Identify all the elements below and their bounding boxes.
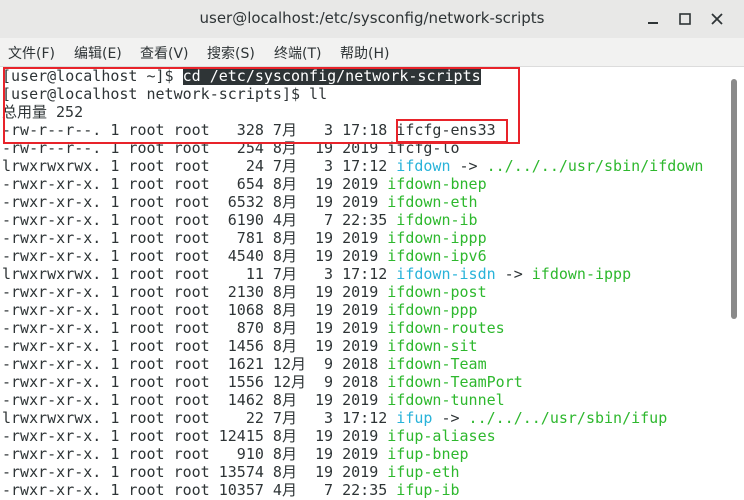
- list-item: -rwxr-xr-x. 1 root root 4540 8月 19 2019 …: [2, 247, 487, 265]
- shell-prompt: [user@localhost network-scripts]$: [2, 85, 310, 103]
- total-line: 总用量 252: [2, 103, 84, 121]
- symlink-arrow: ->: [450, 157, 487, 175]
- file-name: ifdown-ib: [396, 211, 478, 229]
- file-info: -rwxr-xr-x. 1 root root 910 8月 19 2019: [2, 445, 388, 463]
- list-item: -rwxr-xr-x. 1 root root 6190 4月 7 22:35 …: [2, 211, 478, 229]
- file-name: ifcfg-ens33: [396, 121, 496, 139]
- prompt-line-2: [user@localhost network-scripts]$ ll: [2, 85, 327, 103]
- symlink-target: ../../../usr/sbin/ifdown: [486, 157, 704, 175]
- list-item: -rwxr-xr-x. 1 root root 12415 8月 19 2019…: [2, 427, 496, 445]
- file-info: lrwxrwxrwx. 1 root root 22 7月 3 17:12: [2, 409, 397, 427]
- terminal-output[interactable]: [user@localhost ~]$ cd /etc/sysconfig/ne…: [0, 67, 724, 500]
- file-info: -rw-r--r--. 1 root root 254 8月 19 2019: [2, 139, 388, 157]
- menu-help[interactable]: 帮助(H): [340, 43, 389, 63]
- file-info: -rwxr-xr-x. 1 root root 13574 8月 19 2019: [2, 463, 388, 481]
- prompt-line-1: [user@localhost ~]$ cd /etc/sysconfig/ne…: [2, 67, 481, 85]
- file-name: ifup-bnep: [387, 445, 469, 463]
- symlink-arrow: ->: [432, 409, 469, 427]
- file-name: ifdown-ippp: [387, 229, 487, 247]
- file-info: -rwxr-xr-x. 1 root root 870 8月 19 2019: [2, 319, 388, 337]
- menu-terminal[interactable]: 终端(T): [274, 43, 321, 63]
- file-info: -rwxr-xr-x. 1 root root 12415 8月 19 2019: [2, 427, 388, 445]
- list-item: -rwxr-xr-x. 1 root root 1556 12月 9 2018 …: [2, 373, 523, 391]
- list-item: -rwxr-xr-x. 1 root root 781 8月 19 2019 i…: [2, 229, 487, 247]
- file-name: ifdown-TeamPort: [387, 373, 523, 391]
- command-text: ll: [309, 85, 328, 103]
- file-info: -rwxr-xr-x. 1 root root 1621 12月 9 2018: [2, 355, 388, 373]
- menu-edit[interactable]: 编辑(E): [74, 43, 122, 63]
- file-info: -rwxr-xr-x. 1 root root 1068 8月 19 2019: [2, 301, 388, 319]
- file-name: ifdown-routes: [387, 319, 505, 337]
- file-name: ifdown-Team: [387, 355, 487, 373]
- symlink-arrow: ->: [495, 265, 532, 283]
- menu-bar: 文件(F) 编辑(E) 查看(V) 搜索(S) 终端(T) 帮助(H): [0, 38, 744, 67]
- list-item: -rwxr-xr-x. 1 root root 1462 8月 19 2019 …: [2, 391, 505, 409]
- file-info: -rwxr-xr-x. 1 root root 1462 8月 19 2019: [2, 391, 388, 409]
- file-name: ifup-aliases: [387, 427, 496, 445]
- shell-prompt: [user@localhost ~]$: [2, 67, 183, 85]
- list-item: lrwxrwxrwx. 1 root root 22 7月 3 17:12 if…: [2, 409, 667, 427]
- file-name: ifup-ib: [396, 481, 460, 499]
- file-name: ifcfg-lo: [387, 139, 460, 157]
- file-name: ifdown-isdn: [396, 265, 496, 283]
- file-info: -rwxr-xr-x. 1 root root 781 8月 19 2019: [2, 229, 388, 247]
- maximize-icon: [679, 13, 691, 25]
- minimize-button[interactable]: [642, 8, 664, 30]
- list-item: -rwxr-xr-x. 1 root root 1621 12月 9 2018 …: [2, 355, 487, 373]
- file-name: ifdown-post: [387, 283, 487, 301]
- file-info: -rwxr-xr-x. 1 root root 4540 8月 19 2019: [2, 247, 388, 265]
- list-item: -rwxr-xr-x. 1 root root 10357 4月 7 22:35…: [2, 481, 460, 499]
- list-item: -rwxr-xr-x. 1 root root 1456 8月 19 2019 …: [2, 337, 478, 355]
- file-info: lrwxrwxrwx. 1 root root 24 7月 3 17:12: [2, 157, 397, 175]
- maximize-button[interactable]: [674, 8, 696, 30]
- window-title: user@localhost:/etc/sysconfig/network-sc…: [199, 9, 545, 27]
- selected-command: cd /etc/sysconfig/network-scripts: [182, 67, 481, 85]
- file-info: -rwxr-xr-x. 1 root root 10357 4月 7 22:35: [2, 481, 397, 499]
- menu-file[interactable]: 文件(F): [8, 43, 55, 63]
- file-name: ifdown-tunnel: [387, 391, 505, 409]
- list-item: -rwxr-xr-x. 1 root root 13574 8月 19 2019…: [2, 463, 460, 481]
- list-item: -rwxr-xr-x. 1 root root 1068 8月 19 2019 …: [2, 301, 478, 319]
- list-item: -rw-r--r--. 1 root root 254 8月 19 2019 i…: [2, 139, 460, 157]
- close-button[interactable]: [706, 8, 728, 30]
- list-item: -rwxr-xr-x. 1 root root 2130 8月 19 2019 …: [2, 283, 487, 301]
- list-item: -rwxr-xr-x. 1 root root 870 8月 19 2019 i…: [2, 319, 505, 337]
- file-info: -rwxr-xr-x. 1 root root 1556 12月 9 2018: [2, 373, 388, 391]
- file-info: lrwxrwxrwx. 1 root root 11 7月 3 17:12: [2, 265, 397, 283]
- file-name: ifdown-ipv6: [387, 247, 487, 265]
- list-item: -rwxr-xr-x. 1 root root 910 8月 19 2019 i…: [2, 445, 469, 463]
- file-name: ifdown-ppp: [387, 301, 478, 319]
- symlink-target: ifdown-ippp: [531, 265, 632, 283]
- file-name: ifdown: [396, 157, 451, 175]
- symlink-target: ../../../usr/sbin/ifup: [468, 409, 668, 427]
- file-info: -rwxr-xr-x. 1 root root 6190 4月 7 22:35: [2, 211, 397, 229]
- scrollbar-thumb[interactable]: [731, 79, 737, 319]
- minimize-icon: [648, 22, 658, 24]
- title-bar: user@localhost:/etc/sysconfig/network-sc…: [0, 0, 744, 39]
- menu-search[interactable]: 搜索(S): [207, 43, 255, 63]
- scrollbar[interactable]: [724, 67, 744, 500]
- file-info: -rwxr-xr-x. 1 root root 6532 8月 19 2019: [2, 193, 388, 211]
- file-info: -rwxr-xr-x. 1 root root 654 8月 19 2019: [2, 175, 388, 193]
- file-name: ifdown-sit: [387, 337, 478, 355]
- file-name: ifdown-eth: [387, 193, 478, 211]
- close-icon: [711, 13, 723, 25]
- list-item: -rwxr-xr-x. 1 root root 654 8月 19 2019 i…: [2, 175, 487, 193]
- file-info: -rwxr-xr-x. 1 root root 2130 8月 19 2019: [2, 283, 388, 301]
- file-name: ifdown-bnep: [387, 175, 487, 193]
- list-item: -rw-r--r--. 1 root root 328 7月 3 17:18 i…: [2, 121, 496, 139]
- file-info: -rw-r--r--. 1 root root 328 7月 3 17:18: [2, 121, 397, 139]
- file-name: ifup-eth: [387, 463, 460, 481]
- list-item: lrwxrwxrwx. 1 root root 11 7月 3 17:12 if…: [2, 265, 631, 283]
- list-item: -rwxr-xr-x. 1 root root 6532 8月 19 2019 …: [2, 193, 478, 211]
- list-item: lrwxrwxrwx. 1 root root 24 7月 3 17:12 if…: [2, 157, 703, 175]
- file-name: ifup: [396, 409, 433, 427]
- menu-view[interactable]: 查看(V): [140, 43, 189, 63]
- file-info: -rwxr-xr-x. 1 root root 1456 8月 19 2019: [2, 337, 388, 355]
